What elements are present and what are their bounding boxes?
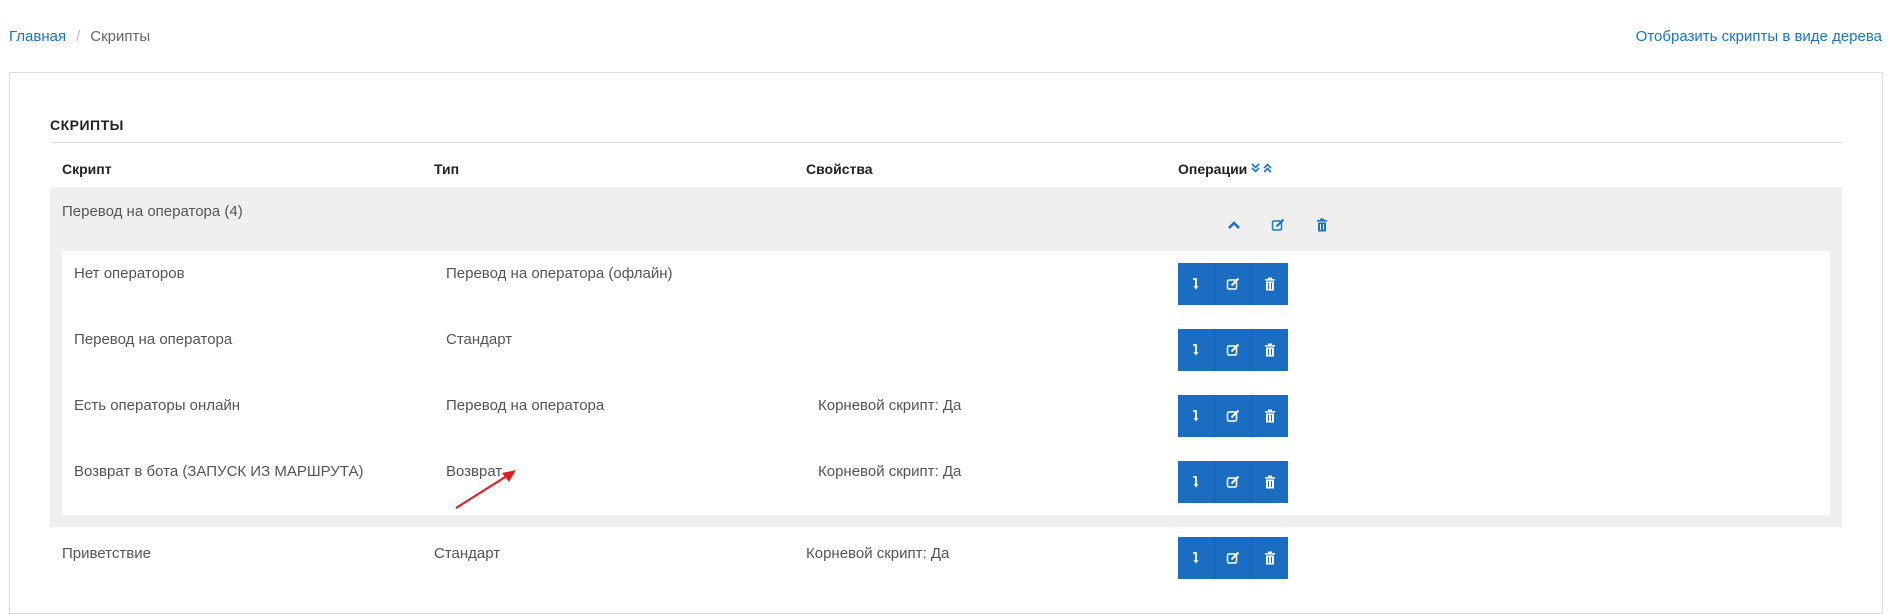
edit-icon <box>1226 343 1240 356</box>
delete-button[interactable] <box>1252 329 1288 371</box>
delete-button[interactable] <box>1252 263 1288 305</box>
edit-group-button[interactable] <box>1266 213 1290 237</box>
scripts-card: СКРИПТЫ Скрипт Тип Свойства Операции Пер… <box>9 72 1883 614</box>
edit-icon <box>1226 475 1240 488</box>
arrow-down-icon <box>1193 476 1199 488</box>
edit-button[interactable] <box>1215 263 1252 305</box>
expand-collapse-all-icons[interactable] <box>1251 163 1273 177</box>
breadcrumb: Главная / Скрипты <box>9 28 150 45</box>
move-button[interactable] <box>1178 461 1215 503</box>
trash-icon <box>1265 343 1275 357</box>
table-row: Возврат в бота (ЗАПУСК ИЗ МАРШРУТА) Возв… <box>62 449 1830 515</box>
edit-icon <box>1271 218 1285 231</box>
annotation-arrow-icon <box>455 470 516 509</box>
group-children: Нет операторов Перевод на оператора (офл… <box>62 251 1830 515</box>
move-button[interactable] <box>1178 537 1215 579</box>
row-actions <box>1178 537 1288 579</box>
edit-icon <box>1226 409 1240 422</box>
script-type: Перевод на оператора (офлайн) <box>446 265 673 282</box>
edit-button[interactable] <box>1215 537 1252 579</box>
group-name: Перевод на оператора (4) <box>62 203 243 220</box>
card-title: СКРИПТЫ <box>50 117 124 133</box>
script-type: Стандарт <box>434 545 501 562</box>
table-row: Перевод на оператора Стандарт <box>62 317 1830 383</box>
column-header-operations: Операции <box>1178 161 1273 177</box>
table-row: Нет операторов Перевод на оператора (офл… <box>62 251 1830 317</box>
collapse-group-button[interactable] <box>1222 213 1246 237</box>
edit-button[interactable] <box>1215 461 1252 503</box>
script-name: Нет операторов <box>74 265 185 282</box>
script-properties: Корневой скрипт: Да <box>806 545 950 562</box>
script-group-row: Перевод на оператора (4) Нет операторов … <box>50 187 1842 527</box>
arrow-down-icon <box>1193 552 1199 564</box>
title-divider <box>50 142 1842 143</box>
edit-button[interactable] <box>1215 329 1252 371</box>
top-bar: Главная / Скрипты Отобразить скрипты в вид… <box>9 24 1891 48</box>
breadcrumb-current: Скрипты <box>90 28 151 45</box>
operations-label: Операции <box>1178 161 1248 177</box>
arrow-down-icon <box>1193 410 1199 422</box>
script-type: Стандарт <box>446 331 513 348</box>
script-properties: Корневой скрипт: Да <box>818 397 962 414</box>
trash-icon <box>1265 409 1275 423</box>
move-button[interactable] <box>1178 395 1215 437</box>
script-name: Возврат в бота (ЗАПУСК ИЗ МАРШРУТА) <box>74 463 364 480</box>
group-operations <box>1222 213 1334 237</box>
delete-button[interactable] <box>1252 461 1288 503</box>
show-tree-link[interactable]: Отобразить скрипты в виде дерева <box>1636 28 1882 45</box>
breadcrumb-home[interactable]: Главная <box>9 28 66 45</box>
group-header[interactable]: Перевод на оператора (4) <box>50 187 1842 251</box>
chevron-up-icon <box>1228 221 1240 229</box>
script-name: Перевод на оператора <box>74 331 233 348</box>
delete-group-button[interactable] <box>1310 213 1334 237</box>
script-properties: Корневой скрипт: Да <box>818 463 962 480</box>
breadcrumb-separator: / <box>76 28 81 45</box>
column-header-properties: Свойства <box>806 161 873 177</box>
arrow-down-icon <box>1193 278 1199 290</box>
row-actions <box>1178 329 1288 371</box>
arrow-down-icon <box>1193 344 1199 356</box>
edit-icon <box>1226 277 1240 290</box>
trash-icon <box>1317 218 1327 232</box>
trash-icon <box>1265 475 1275 489</box>
row-actions <box>1178 461 1288 503</box>
table-header: Скрипт Тип Свойства Операции <box>50 157 1842 187</box>
double-chevron-icons <box>1251 163 1272 173</box>
delete-button[interactable] <box>1252 537 1288 579</box>
script-name: Есть операторы онлайн <box>74 397 241 414</box>
move-button[interactable] <box>1178 263 1215 305</box>
column-header-type: Тип <box>434 161 460 177</box>
edit-icon <box>1226 551 1240 564</box>
row-actions <box>1178 263 1288 305</box>
trash-icon <box>1265 551 1275 565</box>
trash-icon <box>1265 277 1275 291</box>
move-button[interactable] <box>1178 329 1215 371</box>
script-name: Приветствие <box>62 545 151 562</box>
delete-button[interactable] <box>1252 395 1288 437</box>
script-type: Перевод на оператора <box>446 397 605 414</box>
row-actions <box>1178 395 1288 437</box>
column-header-script: Скрипт <box>62 161 112 177</box>
table-row: Есть операторы онлайн Перевод на операто… <box>62 383 1830 449</box>
table-row: Приветствие Стандарт Корневой скрипт: Да <box>50 527 1842 593</box>
edit-button[interactable] <box>1215 395 1252 437</box>
